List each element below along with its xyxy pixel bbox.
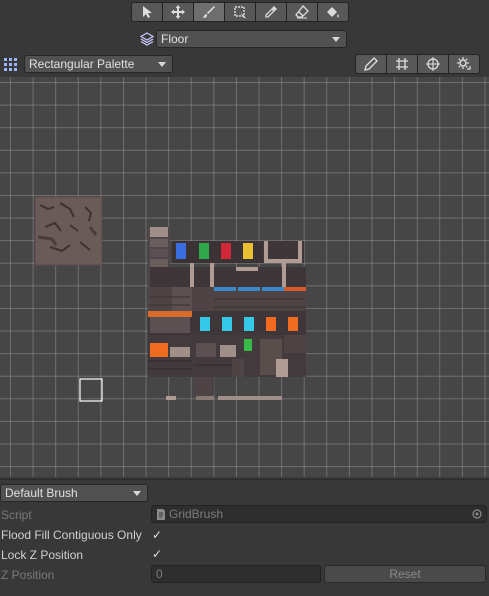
layers-icon bbox=[140, 32, 154, 46]
picker-tool-button[interactable] bbox=[255, 2, 287, 22]
reset-button[interactable]: Reset bbox=[324, 565, 486, 583]
grid-toggle-button[interactable] bbox=[386, 54, 418, 74]
lock-z-label: Lock Z Position bbox=[1, 548, 84, 562]
palette-value: Rectangular Palette bbox=[29, 57, 135, 71]
select-icon bbox=[143, 6, 152, 18]
eraser-icon bbox=[295, 5, 309, 19]
eraser-tool-button[interactable] bbox=[286, 2, 318, 22]
edit-pencil-icon bbox=[364, 57, 378, 71]
rock-floor-tiles[interactable] bbox=[34, 196, 103, 266]
flood-fill-checkbox[interactable]: ✓ bbox=[152, 528, 166, 542]
palette-settings-button[interactable] bbox=[448, 54, 480, 74]
script-field: GridBrush bbox=[151, 505, 487, 523]
paint-brush-icon bbox=[203, 6, 215, 18]
move-tool-button[interactable] bbox=[162, 2, 194, 22]
palette-row: Rectangular Palette bbox=[0, 54, 489, 76]
flood-fill-icon bbox=[327, 7, 339, 18]
edit-palette-button[interactable] bbox=[355, 54, 387, 74]
chevron-down-icon bbox=[158, 62, 166, 67]
active-layer-value: Floor bbox=[161, 32, 189, 46]
gizmo-toggle-button[interactable] bbox=[417, 54, 449, 74]
box-fill-tool-button[interactable] bbox=[224, 2, 256, 22]
tool-bar bbox=[131, 2, 349, 24]
palette-view-buttons bbox=[355, 54, 480, 74]
flood-fill-label: Flood Fill Contiguous Only bbox=[1, 528, 142, 542]
brush-inspector: Default Brush Script GridBrush Flood Fil… bbox=[0, 479, 489, 596]
gizmo-icon bbox=[426, 57, 440, 71]
move-icon bbox=[171, 5, 185, 19]
tile-selection-cursor bbox=[79, 378, 103, 402]
tile-palette-canvas[interactable] bbox=[0, 77, 489, 477]
z-position-input[interactable]: 0 bbox=[151, 565, 321, 583]
paint-brush-tool-button[interactable] bbox=[193, 2, 225, 22]
brush-value: Default Brush bbox=[5, 486, 78, 500]
tile-palette-tiles bbox=[34, 196, 306, 402]
settings-icon bbox=[457, 57, 471, 70]
script-file-icon bbox=[157, 508, 165, 520]
palette-dropdown[interactable]: Rectangular Palette bbox=[24, 55, 173, 73]
palette-grid-icon bbox=[4, 58, 17, 71]
grid-icon bbox=[396, 58, 408, 70]
chevron-down-icon bbox=[133, 491, 141, 496]
select-tool-button[interactable] bbox=[131, 2, 163, 22]
active-layer-dropdown[interactable]: Floor bbox=[156, 30, 347, 48]
brush-dropdown[interactable]: Default Brush bbox=[0, 484, 148, 502]
script-value: GridBrush bbox=[169, 507, 224, 521]
script-label: Script bbox=[1, 508, 32, 522]
dungeon-tiles[interactable] bbox=[148, 227, 306, 400]
z-position-label: Z Position bbox=[1, 568, 55, 582]
chevron-down-icon bbox=[332, 37, 340, 42]
flood-fill-tool-button[interactable] bbox=[317, 2, 349, 22]
lock-z-checkbox[interactable]: ✓ bbox=[152, 547, 166, 561]
picker-icon bbox=[265, 6, 277, 18]
object-picker-icon[interactable] bbox=[472, 509, 482, 519]
box-fill-icon bbox=[234, 6, 246, 18]
